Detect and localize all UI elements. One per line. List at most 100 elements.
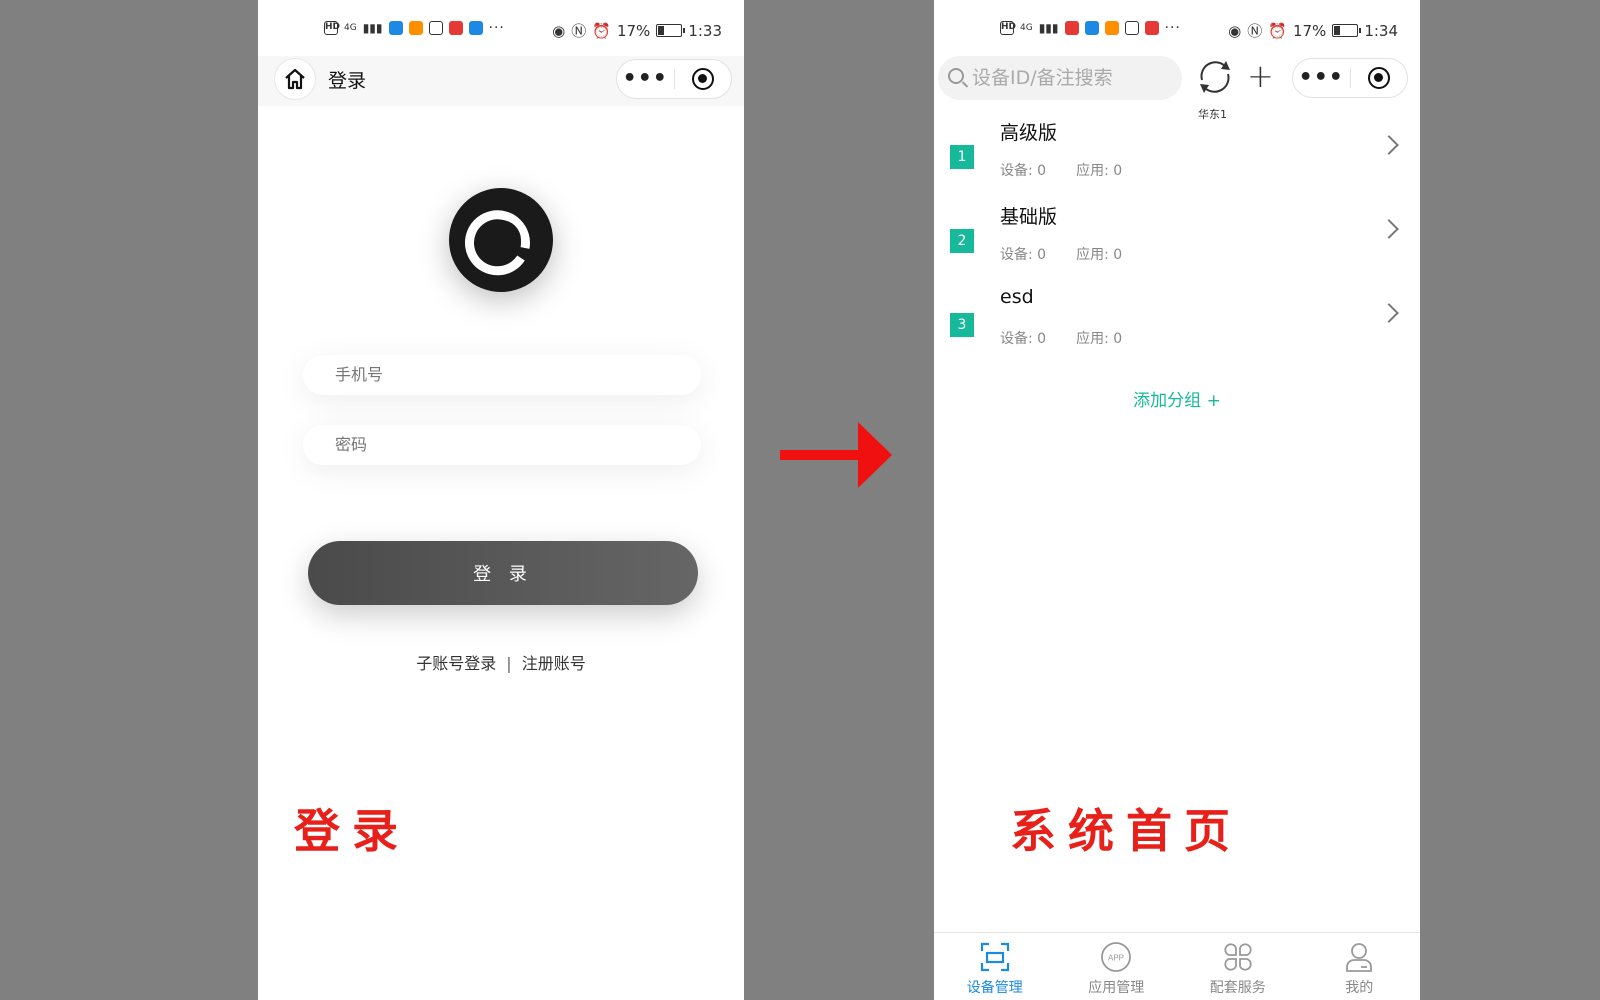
status-icons-right: ◉ Ⓝ ⏰ 17% 1:33 bbox=[552, 20, 722, 41]
signal-icon: ▮▮▮ bbox=[362, 21, 383, 35]
group-stats: 设备: 0 应用: 0 bbox=[1000, 244, 1152, 264]
battery-icon bbox=[1332, 24, 1362, 37]
nav-bar: 登录 ••• bbox=[258, 56, 744, 106]
app-notify-icon bbox=[448, 21, 463, 35]
app-logo bbox=[449, 188, 553, 292]
target-icon bbox=[691, 68, 714, 90]
nfc-icon: Ⓝ bbox=[1247, 22, 1263, 40]
shield-icon bbox=[428, 21, 443, 35]
device-count: 设备: 0 bbox=[1000, 331, 1047, 347]
close-button[interactable] bbox=[1351, 67, 1408, 89]
more-button[interactable]: ••• bbox=[617, 68, 674, 90]
password-input[interactable] bbox=[303, 425, 701, 465]
page-title: 登录 bbox=[328, 70, 367, 92]
mini-program-capsule: ••• bbox=[1292, 58, 1408, 98]
status-bar: HD 4G ▮▮▮ ··· ◉ Ⓝ ⏰ 17% 1:33 bbox=[258, 0, 744, 58]
battery-percent: 17% bbox=[1292, 21, 1327, 40]
device-count: 设备: 0 bbox=[1000, 163, 1047, 179]
screen-caption: 登录 bbox=[294, 804, 410, 858]
search-placeholder: 设备ID/备注搜索 bbox=[972, 67, 1113, 89]
tab-mine[interactable]: 我的 bbox=[1299, 933, 1421, 1000]
clock: 1:33 bbox=[688, 21, 722, 40]
device-scan-icon bbox=[980, 942, 1009, 972]
group-name: 高级版 bbox=[1000, 122, 1058, 144]
nfc-icon: Ⓝ bbox=[571, 22, 587, 40]
signal-label: 4G bbox=[344, 23, 357, 33]
tab-label: 配套服务 bbox=[1209, 980, 1266, 996]
refresh-region-icon[interactable] bbox=[1196, 58, 1234, 96]
status-icons-left: HD 4G ▮▮▮ ··· bbox=[1000, 20, 1181, 36]
clock: 1:34 bbox=[1364, 21, 1398, 40]
home-icon bbox=[285, 68, 305, 90]
home-button[interactable] bbox=[274, 58, 316, 100]
group-row[interactable]: 2 基础版 设备: 0 应用: 0 bbox=[934, 202, 1420, 284]
tab-device-management[interactable]: 设备管理 bbox=[934, 933, 1056, 1000]
target-icon bbox=[1367, 67, 1390, 89]
close-button[interactable] bbox=[675, 68, 732, 90]
link-separator: | bbox=[506, 654, 512, 673]
chat-icon bbox=[468, 21, 483, 35]
phone-input[interactable] bbox=[303, 355, 701, 395]
signal-label: 4G bbox=[1020, 23, 1033, 33]
shield-icon bbox=[1124, 21, 1139, 35]
add-device-button[interactable]: + bbox=[1247, 58, 1274, 94]
bottom-tab-bar: 设备管理 APP 应用管理 配套服务 我的 bbox=[934, 932, 1420, 1000]
login-screen: HD 4G ▮▮▮ ··· ◉ Ⓝ ⏰ 17% 1:33 登录 ••• 手机号 … bbox=[258, 0, 744, 1000]
home-screen: HD 4G ▮▮▮ ··· ◉ Ⓝ ⏰ 17% 1:34 设备ID/备注搜索 华… bbox=[934, 0, 1420, 1000]
alarm-icon: ⏰ bbox=[1268, 21, 1287, 40]
alipay-icon bbox=[1084, 21, 1099, 35]
tab-services[interactable]: 配套服务 bbox=[1177, 933, 1299, 1000]
user-icon bbox=[1346, 943, 1373, 972]
power-logo-icon bbox=[465, 210, 530, 276]
tab-label: 设备管理 bbox=[966, 980, 1023, 996]
more-button[interactable]: ••• bbox=[1293, 67, 1350, 89]
alarm-icon: ⏰ bbox=[592, 21, 611, 40]
app-count: 应用: 0 bbox=[1076, 163, 1123, 179]
battery-icon bbox=[656, 24, 686, 37]
group-row[interactable]: 3 esd 设备: 0 应用: 0 bbox=[934, 286, 1420, 368]
video-icon bbox=[1104, 21, 1119, 35]
app-count: 应用: 0 bbox=[1076, 331, 1123, 347]
group-stats: 设备: 0 应用: 0 bbox=[1000, 160, 1152, 180]
login-button[interactable]: 登 录 bbox=[308, 541, 698, 605]
app-icon-text: APP bbox=[1108, 954, 1124, 963]
battery-percent: 17% bbox=[616, 21, 651, 40]
hd-icon: HD bbox=[1000, 21, 1016, 35]
chevron-right-icon bbox=[1379, 135, 1399, 155]
device-count: 设备: 0 bbox=[1000, 247, 1047, 263]
app-count: 应用: 0 bbox=[1076, 247, 1123, 263]
register-link[interactable]: 注册账号 bbox=[522, 650, 586, 674]
eye-icon: ◉ bbox=[552, 21, 566, 40]
video-icon bbox=[408, 21, 423, 35]
hd-icon: HD bbox=[324, 21, 340, 35]
chevron-right-icon bbox=[1379, 303, 1399, 323]
group-row[interactable]: 1 高级版 设备: 0 应用: 0 bbox=[934, 118, 1420, 200]
group-stats: 设备: 0 应用: 0 bbox=[1000, 328, 1152, 348]
tab-label: 应用管理 bbox=[1088, 980, 1145, 996]
auth-links: 子账号登录 | 注册账号 bbox=[258, 650, 744, 674]
eye-icon: ◉ bbox=[1228, 21, 1242, 40]
game-icon bbox=[1144, 21, 1159, 35]
app-notify-icon bbox=[1064, 21, 1079, 35]
sub-account-login-link[interactable]: 子账号登录 bbox=[416, 650, 496, 674]
group-index-badge: 1 bbox=[950, 145, 974, 169]
tab-app-management[interactable]: APP 应用管理 bbox=[1056, 933, 1178, 1000]
tab-label: 我的 bbox=[1345, 980, 1374, 996]
group-name: esd bbox=[1000, 286, 1034, 308]
mini-program-capsule: ••• bbox=[616, 59, 732, 99]
status-bar: HD 4G ▮▮▮ ··· ◉ Ⓝ ⏰ 17% 1:34 bbox=[934, 0, 1420, 58]
search-icon bbox=[948, 68, 964, 84]
search-input[interactable]: 设备ID/备注搜索 bbox=[938, 56, 1182, 100]
group-name: 基础版 bbox=[1000, 206, 1058, 228]
right-arrow-icon bbox=[780, 422, 892, 488]
group-index-badge: 3 bbox=[950, 313, 974, 337]
clover-grid-icon bbox=[1224, 943, 1252, 971]
more-notifications-icon: ··· bbox=[488, 20, 505, 36]
signal-icon: ▮▮▮ bbox=[1038, 21, 1059, 35]
screen-caption: 系统首页 bbox=[1010, 804, 1242, 858]
group-index-badge: 2 bbox=[950, 229, 974, 253]
alipay-icon bbox=[388, 21, 403, 35]
app-icon: APP bbox=[1101, 942, 1132, 972]
add-group-button[interactable]: 添加分组 + bbox=[934, 386, 1420, 411]
more-notifications-icon: ··· bbox=[1164, 20, 1181, 36]
